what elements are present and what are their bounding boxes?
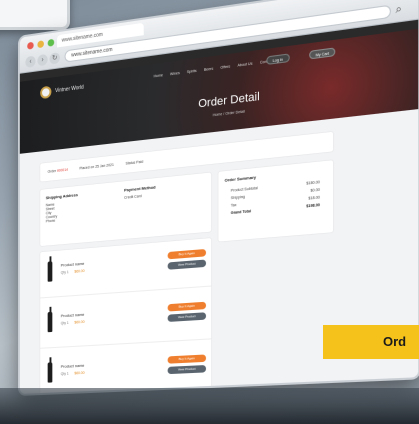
bottle-icon [47, 362, 53, 383]
logo-text: Vintner World [55, 83, 84, 94]
buy-again-button[interactable]: Buy It Again [167, 354, 207, 364]
window-controls [27, 38, 55, 50]
order-id: Order #00014 [47, 167, 68, 174]
logo-icon [40, 85, 52, 100]
nav-item[interactable]: Home [154, 73, 163, 78]
order-status: Status Paid [125, 159, 144, 166]
yellow-banner: Ord [323, 325, 419, 359]
shipping-address: Shipping Address Name Street City Countr… [46, 188, 122, 223]
list-item: Product name Qty 1 $60.00 Buy It Again Vi… [40, 290, 212, 349]
item-meta: Qty 1 $60.00 [60, 370, 85, 377]
maximize-window-button[interactable] [47, 38, 55, 47]
order-date: Placed on 25 Jan 2021 [79, 162, 114, 171]
payment-method: Payment Method Credit Card [124, 180, 204, 200]
nav-item[interactable]: Beers [204, 67, 213, 72]
bottle-icon [47, 311, 53, 333]
search-icon[interactable]: ⌕ [396, 2, 410, 17]
bottle-icon [47, 261, 53, 282]
site-logo[interactable]: Vintner World [40, 81, 84, 100]
minimize-window-button[interactable] [37, 40, 44, 49]
stage: www.sitename.com ☰ ‹ › ↻ www.sitename.co… [0, 0, 419, 424]
item-name[interactable]: Product name [61, 363, 85, 369]
item-name[interactable]: Product name [61, 312, 85, 319]
back-icon[interactable]: ‹ [25, 55, 36, 68]
close-window-button[interactable] [27, 41, 34, 50]
page-title: Order Detail [198, 90, 260, 111]
nav-item[interactable]: About Us [237, 61, 252, 67]
foreground-floor [0, 388, 419, 424]
item-meta: Qty 1 $60.00 [60, 268, 85, 275]
view-product-button[interactable]: View Product [167, 365, 207, 375]
main-nav: Home Wines Spirits Beers Offers About Us… [154, 58, 279, 78]
cart-button[interactable]: My Cart [309, 47, 336, 60]
forward-icon[interactable]: › [37, 53, 48, 67]
buy-again-button[interactable]: Buy It Again [167, 248, 207, 260]
login-button[interactable]: Log in [266, 53, 290, 65]
order-summary: Order Summary Product Subtotal $180.00 Sh… [218, 160, 334, 242]
buy-again-button[interactable]: Buy It Again [167, 301, 207, 312]
nav-item[interactable]: Spirits [187, 69, 197, 74]
list-item: Product name Qty 1 $60.00 Buy It Again Vi… [40, 237, 212, 299]
reload-icon[interactable]: ↻ [49, 52, 60, 65]
order-items: Product name Qty 1 $60.00 Buy It Again Vi… [40, 237, 212, 397]
address-card: Shipping Address Name Street City Countr… [40, 172, 212, 247]
nav-item[interactable]: Offers [220, 64, 230, 70]
nav-item[interactable]: Wines [170, 71, 180, 76]
item-name[interactable]: Product name [61, 261, 85, 268]
view-product-button[interactable]: View Product [167, 259, 207, 270]
item-meta: Qty 1 $60.00 [60, 319, 85, 326]
view-product-button[interactable]: View Product [167, 312, 207, 322]
